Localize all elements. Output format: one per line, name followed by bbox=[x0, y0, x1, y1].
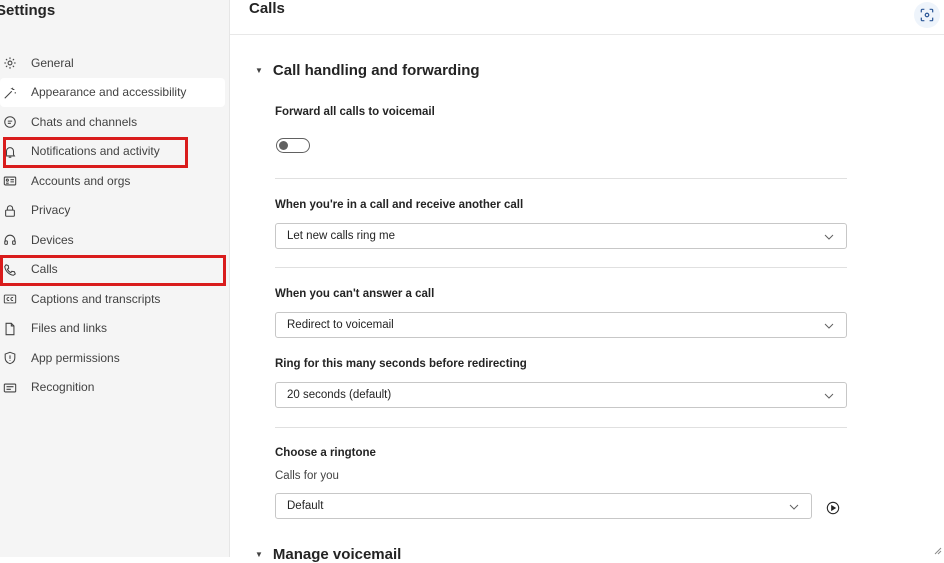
sidebar-item-label: Captions and transcripts bbox=[31, 291, 161, 306]
chevron-down-icon bbox=[824, 234, 834, 240]
play-ringtone-button[interactable] bbox=[826, 501, 840, 515]
sidebar-item-privacy[interactable]: Privacy bbox=[0, 196, 225, 226]
ring-seconds-label: Ring for this many seconds before redire… bbox=[275, 358, 527, 370]
section-title: Call handling and forwarding bbox=[272, 62, 480, 79]
headset-icon bbox=[3, 233, 17, 247]
forward-voicemail-toggle[interactable] bbox=[276, 138, 310, 153]
divider bbox=[275, 178, 847, 179]
divider bbox=[275, 267, 847, 268]
sidebar-item-label: Calls bbox=[31, 262, 58, 277]
section-title: Manage voicemail bbox=[272, 546, 402, 563]
sidebar-item-label: Recognition bbox=[31, 380, 95, 395]
sidebar-item-label: Files and links bbox=[31, 321, 108, 336]
sidebar-item-app-permissions[interactable]: App permissions bbox=[0, 343, 225, 373]
dropdown-value: Default bbox=[287, 500, 324, 512]
in-call-dropdown[interactable]: Let new calls ring me bbox=[275, 223, 847, 249]
ringtone-sublabel: Calls for you bbox=[275, 470, 339, 482]
dropdown-value: Let new calls ring me bbox=[287, 230, 396, 242]
sidebar-item-accounts[interactable]: Accounts and orgs bbox=[0, 166, 225, 196]
collapse-chevron-icon: ▼ bbox=[255, 550, 263, 559]
page-header: Calls bbox=[230, 0, 944, 35]
ring-seconds-dropdown[interactable]: 20 seconds (default) bbox=[275, 382, 847, 408]
dropdown-value: Redirect to voicemail bbox=[287, 319, 394, 331]
sidebar-item-calls[interactable]: Calls bbox=[0, 255, 225, 285]
in-call-label: When you're in a call and receive anothe… bbox=[275, 199, 524, 211]
cant-answer-label: When you can't answer a call bbox=[275, 288, 435, 300]
chevron-down-icon bbox=[824, 323, 834, 329]
ringtone-label: Choose a ringtone bbox=[275, 447, 376, 459]
settings-nav: General Appearance and accessibility Cha… bbox=[0, 48, 225, 402]
sidebar-title: Settings bbox=[0, 2, 56, 19]
sidebar-item-label: Privacy bbox=[31, 203, 71, 218]
id-card-icon bbox=[3, 174, 17, 188]
sidebar-item-devices[interactable]: Devices bbox=[0, 225, 225, 255]
toggle-knob bbox=[279, 141, 288, 150]
sidebar-item-chats[interactable]: Chats and channels bbox=[0, 107, 225, 137]
settings-sidebar: Settings General Appearance and accessib… bbox=[0, 0, 230, 557]
sidebar-item-label: General bbox=[31, 55, 74, 70]
phone-icon bbox=[3, 263, 17, 277]
shield-icon bbox=[3, 351, 17, 365]
dropdown-value: 20 seconds (default) bbox=[287, 389, 392, 401]
sidebar-item-label: Accounts and orgs bbox=[31, 173, 131, 188]
sidebar-item-general[interactable]: General bbox=[0, 48, 225, 78]
sidebar-item-appearance[interactable]: Appearance and accessibility bbox=[0, 77, 225, 107]
section-call-handling[interactable]: ▼ Call handling and forwarding bbox=[255, 62, 480, 79]
forward-voicemail-label: Forward all calls to voicemail bbox=[275, 106, 435, 118]
chat-bubble-icon bbox=[3, 115, 17, 129]
sidebar-item-recognition[interactable]: Recognition bbox=[0, 373, 225, 403]
scan-icon bbox=[920, 8, 934, 22]
sidebar-item-label: Chats and channels bbox=[31, 114, 138, 129]
section-manage-voicemail[interactable]: ▼ Manage voicemail bbox=[255, 546, 401, 563]
bell-icon bbox=[3, 145, 17, 159]
scan-button[interactable] bbox=[914, 2, 940, 28]
recognition-icon bbox=[3, 381, 17, 395]
closed-caption-icon bbox=[3, 292, 17, 306]
sidebar-item-label: Notifications and activity bbox=[31, 144, 160, 159]
divider bbox=[275, 427, 847, 428]
sidebar-item-captions[interactable]: Captions and transcripts bbox=[0, 284, 225, 314]
lock-icon bbox=[3, 204, 17, 218]
collapse-chevron-icon: ▼ bbox=[255, 66, 263, 75]
settings-content: ▼ Call handling and forwarding Forward a… bbox=[230, 35, 944, 563]
sidebar-item-label: Devices bbox=[31, 232, 74, 247]
magic-wand-icon bbox=[3, 86, 17, 100]
sidebar-item-label: App permissions bbox=[31, 350, 120, 365]
sidebar-item-notifications[interactable]: Notifications and activity bbox=[0, 137, 225, 167]
sidebar-item-files[interactable]: Files and links bbox=[0, 314, 225, 344]
sidebar-item-label: Appearance and accessibility bbox=[31, 85, 187, 100]
chevron-down-icon bbox=[789, 504, 799, 510]
chevron-down-icon bbox=[824, 393, 834, 399]
gear-icon bbox=[3, 56, 17, 70]
page-title: Calls bbox=[249, 0, 285, 17]
resize-grip-icon[interactable] bbox=[932, 545, 942, 555]
ringtone-dropdown[interactable]: Default bbox=[275, 493, 812, 519]
document-icon bbox=[3, 322, 17, 336]
cant-answer-dropdown[interactable]: Redirect to voicemail bbox=[275, 312, 847, 338]
